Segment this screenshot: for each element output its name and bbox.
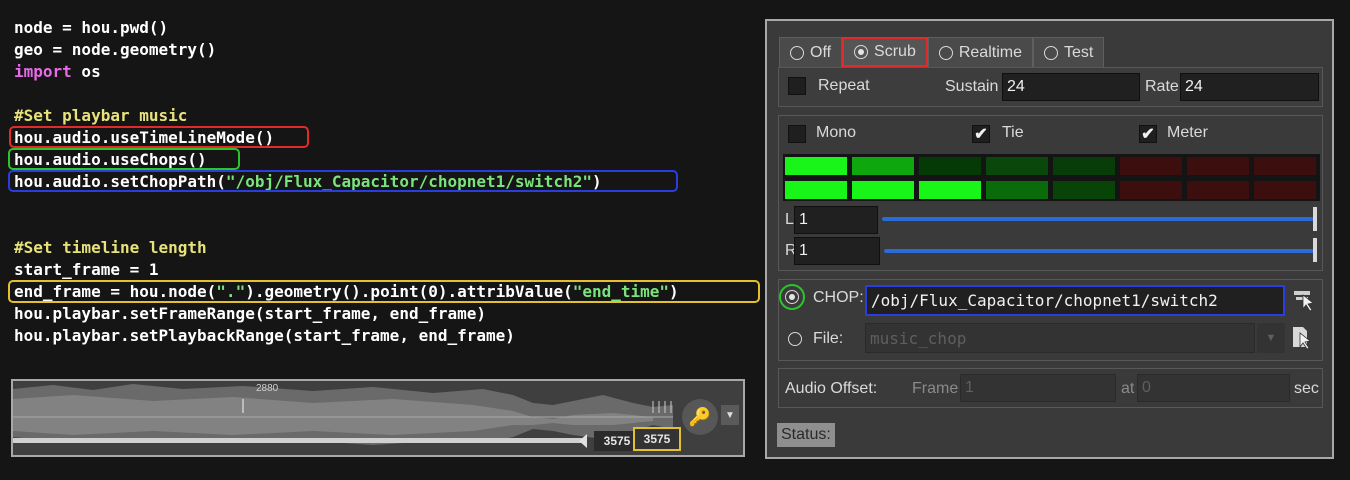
- radio-off-icon: [790, 45, 804, 60]
- end-frame-field[interactable]: 3575: [633, 427, 681, 451]
- left-channel-label: L: [785, 211, 794, 228]
- audio-level-meter: [783, 154, 1320, 201]
- right-channel-slider[interactable]: [884, 249, 1314, 253]
- meter-cell: [1254, 157, 1316, 175]
- code-line-set-playback-range: hou.playbar.setPlaybackRange(start_frame…: [14, 326, 515, 345]
- code-line-set-frame-range: hou.playbar.setFrameRange(start_frame, e…: [14, 304, 487, 323]
- file-path-field[interactable]: music_chop: [865, 323, 1255, 353]
- left-slider-handle[interactable]: [1313, 207, 1317, 231]
- radio-test-icon: [1043, 45, 1058, 60]
- meter-checkbox[interactable]: ✔: [1139, 125, 1157, 143]
- tab-test-label: Test: [1063, 43, 1094, 61]
- meter-cell: [785, 181, 847, 199]
- level-meter-bars: [783, 154, 1320, 201]
- frame-label: Frame: [912, 380, 959, 397]
- code-line-3: import os: [14, 61, 101, 83]
- time-offset-field[interactable]: 0: [1137, 374, 1290, 402]
- sec-label: sec: [1294, 380, 1319, 397]
- tab-scrub-label: Scrub: [874, 43, 916, 60]
- mono-label: Mono: [816, 124, 857, 141]
- highlight-blue-box: [8, 170, 678, 192]
- tab-off-label: Off: [810, 43, 832, 61]
- meter-cell: [852, 157, 914, 175]
- code-line-2: geo = node.geometry(): [14, 40, 217, 59]
- tie-checkbox[interactable]: ✔: [972, 125, 990, 143]
- file-dropdown-icon[interactable]: ▼: [1257, 323, 1285, 353]
- timeline-marker-label: 2880: [256, 383, 279, 394]
- left-channel-slider[interactable]: [882, 217, 1314, 221]
- audio-offset-label: Audio Offset:: [785, 380, 878, 397]
- file-radio-icon[interactable]: [788, 332, 802, 346]
- tab-test[interactable]: Test: [1032, 37, 1105, 67]
- highlight-red-box: [9, 126, 309, 148]
- module-name: os: [71, 62, 101, 81]
- tab-off[interactable]: Off: [779, 37, 843, 67]
- chop-path-field[interactable]: /obj/Flux_Capacitor/chopnet1/switch2: [865, 285, 1285, 316]
- tie-label: Tie: [1002, 124, 1024, 141]
- sustain-label: Sustain: [945, 78, 999, 95]
- keyword-import: import: [14, 62, 72, 81]
- meter-cell: [785, 157, 847, 175]
- audio-settings-panel: Off Scrub Realtime Test Repeat Sustain 2…: [765, 19, 1334, 459]
- comment-timeline-length: #Set timeline length: [14, 238, 207, 257]
- file-browse-icon[interactable]: [1291, 325, 1313, 351]
- meter-cell: [986, 157, 1048, 175]
- audio-key-icon[interactable]: 🔑: [682, 399, 718, 435]
- meter-cell: [1053, 181, 1115, 199]
- left-channel-field[interactable]: 1: [794, 206, 878, 234]
- chop-label: CHOP:: [813, 289, 864, 306]
- tab-scrub[interactable]: Scrub: [842, 37, 928, 67]
- meter-cell: [986, 181, 1048, 199]
- repeat-label: Repeat: [818, 77, 870, 94]
- chop-radio-icon: [785, 290, 799, 304]
- audio-mode-tabs: Off Scrub Realtime Test: [779, 37, 1105, 67]
- meter-label: Meter: [1167, 124, 1208, 141]
- mono-checkbox[interactable]: [788, 125, 806, 143]
- comment-playbar-music: #Set playbar music: [14, 106, 188, 125]
- tab-realtime[interactable]: Realtime: [927, 37, 1033, 67]
- sustain-field[interactable]: 24: [1002, 73, 1140, 101]
- meter-cell: [919, 157, 981, 175]
- chop-operator-chooser-icon[interactable]: [1293, 287, 1315, 313]
- code-line-start-frame: start_frame = 1: [14, 260, 159, 279]
- rate-label: Rate: [1145, 78, 1179, 95]
- radio-realtime-icon: [938, 45, 953, 60]
- repeat-checkbox[interactable]: [788, 77, 806, 95]
- at-label: at: [1121, 380, 1135, 397]
- status-label: Status:: [777, 423, 835, 447]
- meter-cell: [1254, 181, 1316, 199]
- highlight-green-box: [8, 148, 240, 170]
- radio-scrub-icon: [854, 45, 869, 59]
- right-slider-handle[interactable]: [1313, 238, 1317, 262]
- meter-cell: [1053, 157, 1115, 175]
- tab-realtime-label: Realtime: [958, 43, 1022, 61]
- meter-cell: [919, 181, 981, 199]
- chevron-down-icon[interactable]: ▼: [721, 405, 739, 425]
- frame-offset-field[interactable]: 1: [960, 374, 1116, 402]
- highlight-yellow-box: [8, 280, 760, 303]
- meter-cell: [1187, 157, 1249, 175]
- code-line-1: node = hou.pwd(): [14, 18, 169, 37]
- file-label: File:: [813, 330, 844, 347]
- rate-field[interactable]: 24: [1180, 73, 1319, 101]
- chop-radio-highlight[interactable]: [779, 284, 805, 310]
- meter-cell: [1120, 181, 1182, 199]
- playbar-timeline[interactable]: 2880 3575 3575 🔑 ▼: [11, 379, 745, 457]
- meter-cell: [1187, 181, 1249, 199]
- right-channel-field[interactable]: 1: [794, 237, 880, 265]
- meter-cell: [852, 181, 914, 199]
- meter-cell: [1120, 157, 1182, 175]
